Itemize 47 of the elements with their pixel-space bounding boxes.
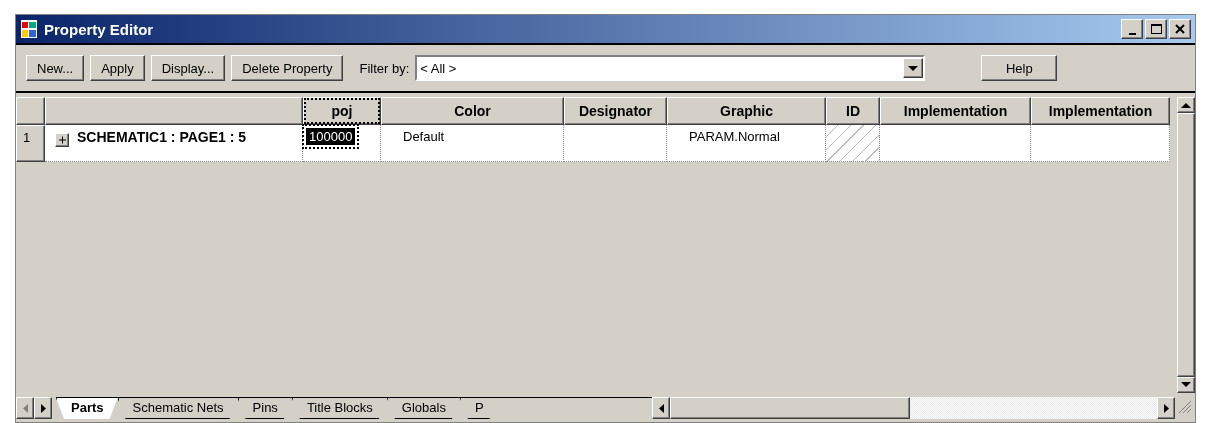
sheet-tab[interactable]: Parts (56, 398, 118, 419)
filter-dropdown[interactable]: < All > (415, 55, 926, 81)
table-cell[interactable]: Default (381, 125, 564, 162)
column-header[interactable]: ID (826, 97, 880, 125)
cell-editor[interactable]: 100000 (305, 127, 357, 146)
table-cell[interactable]: PARAM.Normal (667, 125, 826, 162)
window-title: Property Editor (44, 20, 155, 38)
scroll-up-icon (1181, 102, 1191, 108)
app-icon (20, 19, 38, 39)
toolbar-button[interactable]: New... (26, 55, 85, 81)
close-button[interactable] (1169, 19, 1191, 39)
column-header[interactable]: Designator (564, 97, 667, 125)
column-header[interactable]: Color (381, 97, 564, 125)
table-cell[interactable] (564, 125, 667, 162)
close-icon (1173, 23, 1187, 35)
table-cell[interactable]: 100000 (303, 125, 381, 162)
maximize-icon (1149, 23, 1163, 35)
table-cell[interactable] (1031, 125, 1170, 162)
scroll-right-button[interactable] (1157, 397, 1175, 419)
part-name: SCHEMATIC1 : PAGE1 : 5 (77, 129, 247, 145)
column-header[interactable]: Graphic (667, 97, 826, 125)
triangle-icon (40, 403, 46, 413)
horizontal-scrollbar[interactable] (652, 397, 1175, 419)
row-number[interactable]: 1 (16, 125, 45, 162)
scrollbar-thumb[interactable] (670, 397, 910, 419)
table-cell[interactable] (880, 125, 1031, 162)
plus-icon (57, 136, 67, 144)
scroll-down-icon (1181, 382, 1191, 388)
minimize-button[interactable] (1121, 19, 1143, 39)
scroll-left-button[interactable] (652, 397, 670, 419)
toolbar-button[interactable]: Display... (150, 55, 226, 81)
maximize-button[interactable] (1145, 19, 1167, 39)
triangle-icon (22, 403, 28, 413)
minimize-icon (1128, 32, 1136, 35)
toolbar-button[interactable]: Delete Property (231, 55, 344, 81)
expand-toggle[interactable] (55, 133, 69, 147)
tab-scroll-left-button[interactable] (16, 397, 34, 419)
tab-scroll-right-button[interactable] (34, 397, 52, 419)
column-header[interactable]: Implementation (1031, 97, 1170, 125)
column-header[interactable]: Implementation (880, 97, 1031, 125)
triangle-icon (1163, 403, 1169, 413)
filter-label: Filter by: (359, 60, 410, 76)
column-header[interactable]: poj (303, 97, 381, 125)
triangle-icon (658, 403, 664, 413)
dropdown-arrow-icon (908, 65, 919, 71)
help-button[interactable]: Help (981, 55, 1058, 81)
toolbar-button[interactable]: Apply (90, 55, 145, 81)
